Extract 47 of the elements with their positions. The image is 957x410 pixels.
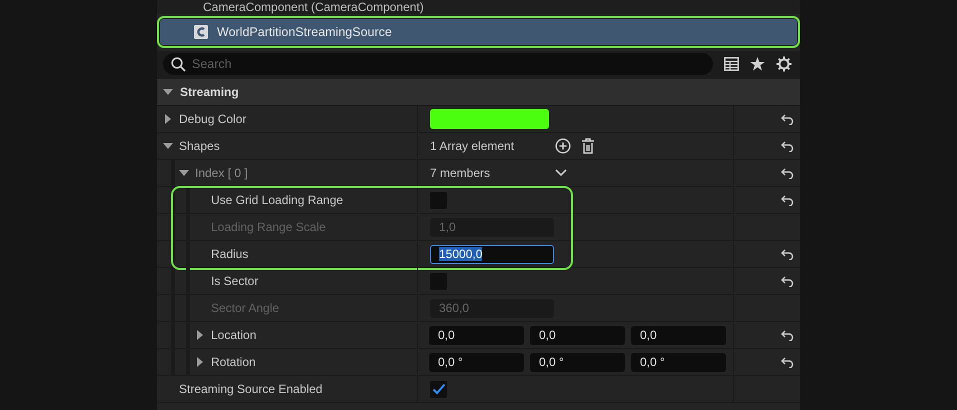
reset-arrow-icon[interactable] xyxy=(781,330,794,340)
component-icon xyxy=(194,25,208,39)
number-field[interactable]: 0,0 ° xyxy=(530,352,625,372)
property-label: Radius xyxy=(211,247,248,261)
expand-arrow-icon[interactable] xyxy=(195,357,205,367)
property-label: Debug Color xyxy=(179,112,246,126)
property-label: Sector Angle xyxy=(211,301,280,315)
settings-icon[interactable] xyxy=(776,56,792,72)
reset-arrow-icon[interactable] xyxy=(781,140,794,152)
component-item[interactable]: WorldPartitionStreamingSource xyxy=(160,19,797,45)
add-icon[interactable] xyxy=(555,138,571,154)
property-label: Shapes xyxy=(179,139,220,153)
reset-arrow-icon[interactable] xyxy=(781,194,794,206)
search-field[interactable]: Search xyxy=(163,53,713,75)
property-label: Rotation xyxy=(211,355,256,369)
star-icon[interactable] xyxy=(750,57,765,71)
reset-arrow-icon[interactable] xyxy=(781,248,794,260)
expand-arrow-icon[interactable] xyxy=(179,168,189,178)
trash-icon[interactable] xyxy=(581,138,595,154)
number-field[interactable]: 0,0 ° xyxy=(631,352,726,372)
expand-arrow-icon[interactable] xyxy=(163,114,173,124)
property-label: Is Sector xyxy=(211,274,258,288)
property-label: Loading Range Scale xyxy=(211,220,326,234)
property-label: Location xyxy=(211,328,256,342)
property-label: Streaming Source Enabled xyxy=(179,382,322,396)
expand-arrow-icon[interactable] xyxy=(195,330,205,340)
number-field[interactable]: 0,0 ° xyxy=(429,352,524,372)
member-count: 7 members xyxy=(430,166,492,180)
property-label: Index [ 0 ] xyxy=(195,166,248,180)
number-field[interactable]: 0,0 xyxy=(530,326,625,344)
property-label: Use Grid Loading Range xyxy=(211,193,344,207)
array-count: 1 Array element xyxy=(430,139,516,153)
reset-arrow-icon[interactable] xyxy=(781,276,794,286)
chevron-down-icon[interactable] xyxy=(555,169,567,177)
number-field[interactable]: 15000,0 xyxy=(430,244,554,264)
color-swatch[interactable] xyxy=(430,109,549,129)
checkbox[interactable] xyxy=(430,380,447,398)
table-icon[interactable] xyxy=(724,57,739,71)
expand-arrow-icon[interactable] xyxy=(163,141,173,151)
reset-arrow-icon[interactable] xyxy=(781,168,794,178)
search-icon xyxy=(171,57,186,72)
number-field[interactable]: 0,0 xyxy=(429,326,524,344)
number-field[interactable]: 0,0 xyxy=(631,326,726,344)
category-header[interactable]: Streaming xyxy=(157,79,800,106)
reset-arrow-icon[interactable] xyxy=(781,356,794,368)
expand-arrow-icon[interactable] xyxy=(163,87,173,97)
reset-arrow-icon[interactable] xyxy=(781,114,794,124)
